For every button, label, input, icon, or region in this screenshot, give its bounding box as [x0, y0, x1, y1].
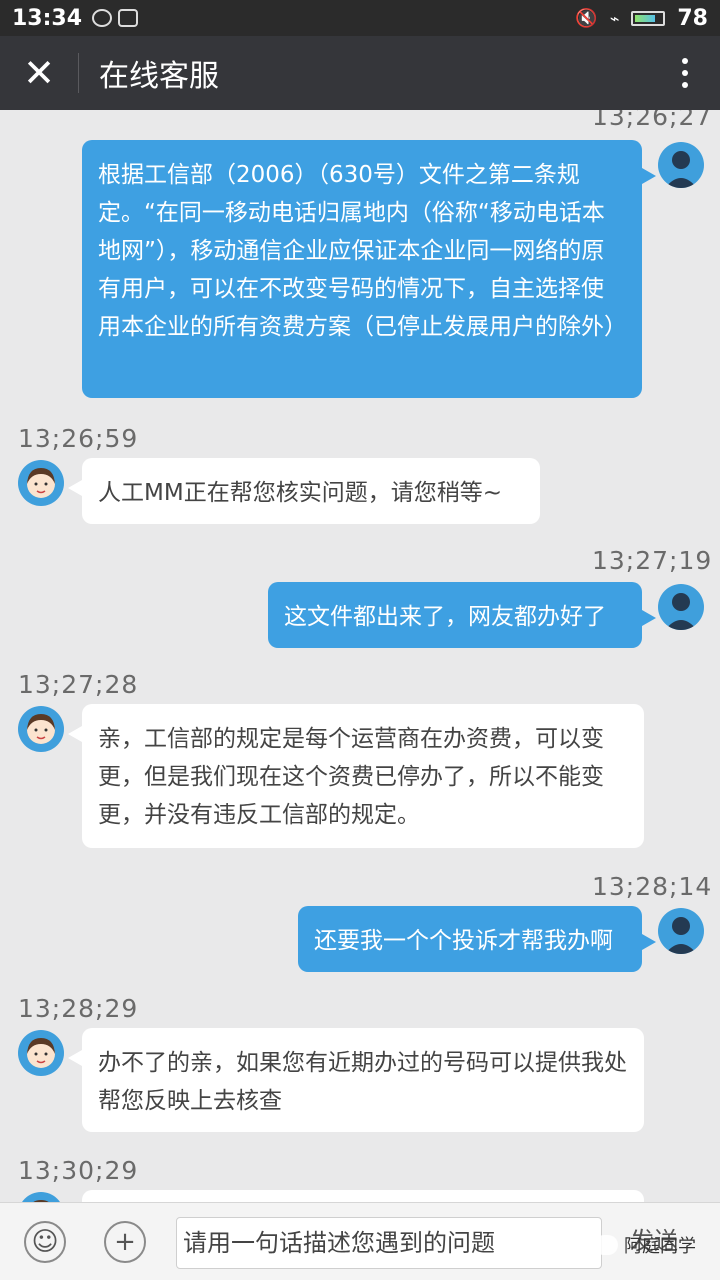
more-dot	[682, 82, 688, 88]
message-bubble[interactable]: 还要我一个个投诉才帮我办啊	[298, 906, 656, 972]
close-button[interactable]: ✕	[0, 36, 78, 110]
status-time: 13:34	[12, 5, 83, 31]
user-avatar[interactable]	[658, 584, 704, 630]
agent-avatar[interactable]	[18, 1192, 64, 1202]
message-bubble[interactable]: 办不了的亲，如果您有近期办过的号码可以提供我处帮您反映上去核查	[68, 1028, 644, 1132]
message-time: 13;27;28	[18, 670, 139, 699]
image-icon	[118, 9, 139, 27]
signal-icon: ⌁	[609, 8, 620, 28]
more-dot	[682, 70, 688, 76]
plus-icon: +	[114, 1227, 136, 1257]
message-bubble[interactable]: 亲，工信部的规定是每个运营商在办资费，可以变更，但是我们现在这个资费已停办了，所…	[68, 704, 644, 848]
message-bubble[interactable]: 人工MM正在帮您核实问题，请您稍等~	[68, 458, 540, 524]
battery-icon	[631, 10, 666, 26]
message-bubble[interactable]: 这文件都出来了，网友都办好了	[268, 582, 656, 648]
title-divider	[78, 53, 79, 93]
user-avatar[interactable]	[658, 908, 704, 954]
battery-level: 78	[677, 5, 708, 31]
agent-avatar[interactable]	[18, 1030, 64, 1076]
message-icon	[92, 9, 113, 27]
message-input[interactable]: 请用一句话描述您遇到的问题	[176, 1217, 602, 1269]
close-icon: ✕	[23, 51, 55, 95]
message-time: 13;26;59	[18, 424, 139, 453]
watermark: 阿庭同学	[594, 1232, 696, 1258]
more-dot	[682, 58, 688, 64]
message-time: 13;30;29	[18, 1156, 139, 1185]
message-time: 13;28;14	[592, 872, 713, 901]
status-bar: 13:34 🔇 ⌁ 78	[0, 0, 720, 36]
watermark-text: 阿庭同学	[624, 1236, 696, 1257]
chat-area[interactable]: 13;26;27 根据工信部（2006）（630号）文件之第二条规定。“在同一移…	[0, 110, 720, 1202]
message-bubble[interactable]	[82, 1190, 644, 1202]
title-bar: ✕ 在线客服	[0, 36, 720, 110]
agent-avatar[interactable]	[18, 706, 64, 752]
mute-icon: 🔇	[575, 7, 598, 29]
agent-avatar[interactable]	[18, 460, 64, 506]
more-button[interactable]	[650, 36, 720, 110]
wechat-logo-icon	[594, 1235, 618, 1255]
smiley-icon: ☺	[31, 1227, 59, 1257]
user-avatar[interactable]	[658, 142, 704, 188]
message-time: 13;27;19	[592, 546, 713, 575]
message-time: 13;26;27	[592, 110, 713, 131]
page-title: 在线客服	[99, 59, 219, 94]
message-bubble[interactable]: 根据工信部（2006）（630号）文件之第二条规定。“在同一移动电话归属地内（俗…	[82, 140, 656, 398]
emoji-button[interactable]: ☺	[24, 1221, 66, 1263]
add-button[interactable]: +	[104, 1221, 146, 1263]
message-time: 13;28;29	[18, 994, 139, 1023]
